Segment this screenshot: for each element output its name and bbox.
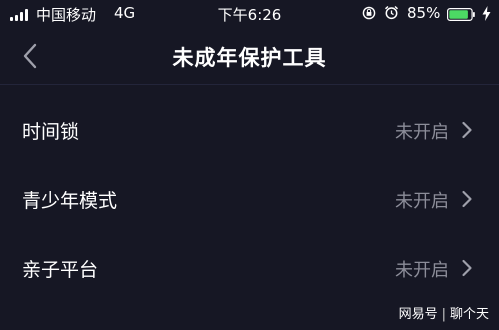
row-status: 未开启 xyxy=(395,260,449,281)
page-title: 未成年保护工具 xyxy=(172,46,327,70)
settings-row-time-lock[interactable]: 时间锁 未开启 xyxy=(0,96,499,165)
row-label: 青少年模式 xyxy=(22,190,118,212)
watermark: 网易号 | 聊个天 xyxy=(399,303,489,322)
settings-row-teen-mode[interactable]: 青少年模式 未开启 xyxy=(0,165,499,234)
row-status: 未开启 xyxy=(395,191,449,212)
status-bar: 中国移动 4G 下午6:26 85% xyxy=(0,0,499,28)
row-status: 未开启 xyxy=(395,122,449,143)
watermark-source: 网易号 xyxy=(398,307,438,322)
battery-icon xyxy=(447,8,475,21)
row-label: 时间锁 xyxy=(22,121,80,143)
battery-percentage: 85% xyxy=(407,4,441,22)
rotation-lock-icon xyxy=(362,6,376,20)
navigation-bar: 未成年保护工具 xyxy=(0,28,499,84)
divider xyxy=(0,84,499,85)
row-label: 亲子平台 xyxy=(22,259,99,281)
watermark-separator: | xyxy=(441,307,446,322)
chevron-right-icon xyxy=(462,259,472,277)
alarm-icon xyxy=(384,5,399,20)
watermark-author: 聊个天 xyxy=(449,307,489,322)
chevron-right-icon xyxy=(462,121,472,139)
screen: 中国移动 4G 下午6:26 85% 未成年保护工具 时间锁 未开启 青少年模式… xyxy=(0,0,499,330)
chevron-right-icon xyxy=(462,190,472,208)
settings-row-parent-platform[interactable]: 亲子平台 未开启 xyxy=(0,234,499,303)
settings-list: 时间锁 未开启 青少年模式 未开启 亲子平台 未开启 xyxy=(0,96,499,303)
charging-icon xyxy=(482,6,491,21)
